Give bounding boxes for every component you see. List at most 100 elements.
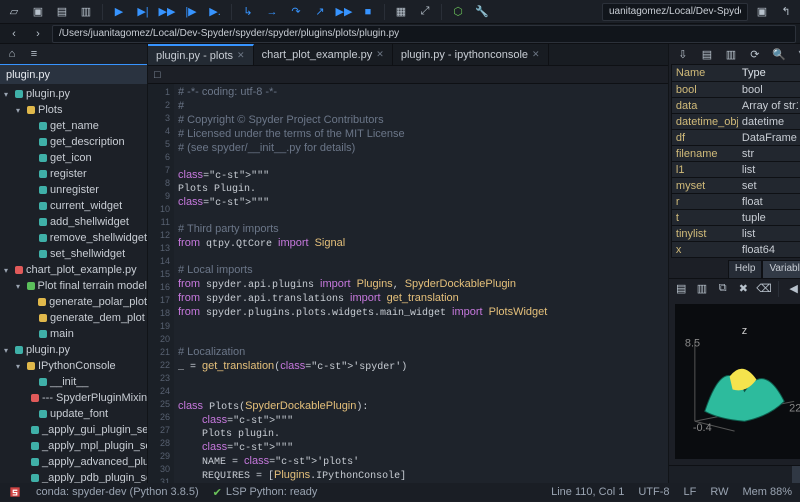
status-encoding[interactable]: UTF-8 (638, 486, 669, 498)
editor-tab[interactable]: chart_plot_example.py✕ (254, 44, 393, 65)
editor-tab[interactable]: plugin.py - ipythonconsole✕ (393, 44, 549, 65)
tree-row[interactable]: ▾chart_plot_example.py (0, 262, 147, 278)
tree-row[interactable]: main (0, 326, 147, 342)
tree-row[interactable]: ▾IPythonConsole (0, 358, 147, 374)
plots-area[interactable]: z -0.4 220 8.5 (669, 298, 800, 465)
ve-row[interactable]: tinylistlist2[123, 'efgh'] (672, 225, 800, 241)
ve-header-name[interactable]: Name (672, 65, 738, 81)
pythonpath-icon[interactable]: ⬡ (448, 3, 468, 21)
tree-row[interactable]: --- SpyderPluginMixin API (0, 390, 147, 406)
ve-import-icon[interactable]: ⇩ (673, 45, 693, 63)
open-folder-icon[interactable]: ▣ (28, 3, 48, 21)
close-icon[interactable]: ✕ (376, 49, 384, 60)
tree-row[interactable]: current_widget (0, 198, 147, 214)
ve-row[interactable]: ttuple5('abcd', 745, 2.23, 'efgh', 70.2) (672, 209, 800, 225)
cwd-input[interactable] (602, 3, 748, 21)
tree-row[interactable]: get_name (0, 118, 147, 134)
editor-tab[interactable]: plugin.py - plots✕ (148, 44, 254, 65)
run-cell-advance-icon[interactable]: ▶▶ (157, 3, 177, 21)
run-cell-icon[interactable]: ▶| (133, 3, 153, 21)
ve-bottom-tab[interactable]: Help (728, 260, 763, 278)
status-mem[interactable]: Mem 88% (742, 486, 792, 498)
outline-options-icon[interactable]: ≡ (24, 45, 44, 63)
ve-header-type[interactable]: Type (738, 65, 798, 81)
plot-copy-icon[interactable]: ⧉ (714, 280, 731, 298)
status-lsp[interactable]: ✔LSP Python: ready (213, 486, 318, 499)
tree-row[interactable]: ▾plugin.py (0, 86, 147, 102)
debug-step-in-icon[interactable]: ↳ (238, 3, 258, 21)
tree-row[interactable]: unregister (0, 182, 147, 198)
ve-row[interactable]: datetime_objectdatetime12021-04-14 17:35… (672, 113, 800, 129)
editor-path-input[interactable] (52, 25, 796, 43)
preferences-icon[interactable]: 🔧 (472, 3, 492, 21)
plot-saveall-icon[interactable]: ▥ (694, 280, 711, 298)
code-content[interactable]: # -*- coding: utf-8 -*- # # Copyright © … (174, 84, 668, 483)
tree-row[interactable]: _apply_advanced_plugin_se (0, 454, 147, 470)
status-perm[interactable]: RW (710, 486, 728, 498)
run-selection-icon[interactable]: |▶ (181, 3, 201, 21)
debug-continue-icon[interactable]: ▶▶ (334, 3, 354, 21)
plots-bottom-tab[interactable]: Plots (792, 466, 800, 483)
tree-row[interactable]: _apply_pdb_plugin_settings (0, 470, 147, 483)
debug-icon[interactable]: ▶. (205, 3, 225, 21)
debug-step-icon[interactable]: → (262, 3, 282, 21)
debug-step-out-icon[interactable]: ↗ (310, 3, 330, 21)
status-conda[interactable]: conda: spyder-dev (Python 3.8.5) (36, 486, 199, 498)
close-icon[interactable]: ✕ (237, 50, 245, 61)
save-icon[interactable]: ▤ (52, 3, 72, 21)
ve-filter-icon[interactable]: ▽ (793, 45, 800, 63)
plot-3d-surface[interactable]: z -0.4 220 8.5 (675, 304, 800, 459)
tree-row[interactable]: set_shellwidget (0, 246, 147, 262)
tree-row[interactable]: generate_polar_plot (0, 294, 147, 310)
layout-icon[interactable]: ▦ (391, 3, 411, 21)
debug-stop-icon[interactable]: ■ (358, 3, 378, 21)
variable-explorer-table[interactable]: Name Type Size Value boolbool1TruedataAr… (671, 64, 800, 258)
ve-save-icon[interactable]: ▤ (697, 45, 717, 63)
tree-row[interactable]: get_description (0, 134, 147, 150)
tree-row[interactable]: register (0, 166, 147, 182)
ve-row[interactable]: dfDataFrame(2, 2)Column names: Col1, Col… (672, 129, 800, 145)
status-cursor-pos[interactable]: Line 110, Col 1 (551, 486, 624, 498)
run-icon[interactable]: ▶ (109, 3, 129, 21)
ve-refresh-icon[interactable]: ⟳ (745, 45, 765, 63)
tree-row[interactable]: remove_shellwidget (0, 230, 147, 246)
ve-row[interactable]: boolbool1True (672, 81, 800, 97)
ve-row[interactable]: xfloat6411.1235132009439 (672, 241, 800, 257)
ve-row[interactable]: filenamestr53/Users/Documents/spyder/spy… (672, 145, 800, 161)
ve-row[interactable]: mysetset3{'3', '1', '2'} (672, 177, 800, 193)
tree-row[interactable]: ▾Plot final terrain model (0, 278, 147, 294)
maximize-pane-icon[interactable]: ⤢ (415, 3, 435, 21)
browse-folder-icon[interactable]: ▣ (752, 3, 772, 21)
tree-row[interactable]: update_font (0, 406, 147, 422)
tree-row[interactable]: ▾Plots (0, 102, 147, 118)
ve-row[interactable]: dataArray of str128(1, 3)ndarray object … (672, 97, 800, 113)
parent-dir-icon[interactable]: ↰ (776, 3, 796, 21)
nav-back-icon[interactable]: ‹ (4, 25, 24, 43)
plot-prev-icon[interactable]: ◀ (785, 280, 800, 298)
new-file-icon[interactable]: ▱ (4, 3, 24, 21)
tree-row[interactable]: get_icon (0, 150, 147, 166)
status-eol[interactable]: LF (683, 486, 696, 498)
tree-row[interactable]: add_shellwidget (0, 214, 147, 230)
ve-search-icon[interactable]: 🔍 (769, 45, 789, 63)
ve-saveas-icon[interactable]: ▥ (721, 45, 741, 63)
outline-home-icon[interactable]: ⌂ (2, 45, 22, 63)
ve-row[interactable]: l1list5['abcd', 745, 2.23, 'efgh', 70.2] (672, 161, 800, 177)
ve-bottom-tab[interactable]: Variable Explorer (762, 260, 800, 278)
tree-row[interactable]: __init__ (0, 374, 147, 390)
save-all-icon[interactable]: ▥ (76, 3, 96, 21)
tree-row[interactable]: _apply_gui_plugin_settings (0, 422, 147, 438)
tree-row[interactable]: ▾plugin.py (0, 342, 147, 358)
plot-removeall-icon[interactable]: ⌫ (756, 280, 773, 298)
plot-remove-icon[interactable]: ✖ (735, 280, 752, 298)
debug-step-over-icon[interactable]: ↷ (286, 3, 306, 21)
tree-row[interactable]: _apply_mpl_plugin_settings (0, 438, 147, 454)
outline-file-tab[interactable]: plugin.py (0, 64, 147, 84)
tree-row[interactable]: generate_dem_plot (0, 310, 147, 326)
nav-forward-icon[interactable]: › (28, 25, 48, 43)
editor-area[interactable]: 1234567891011121314151617181920212223242… (148, 84, 668, 483)
ve-row[interactable]: rfloat16.465678866433 (672, 193, 800, 209)
editor-breadcrumb[interactable]: □ (148, 66, 668, 84)
close-icon[interactable]: ✕ (532, 49, 540, 60)
plot-save-icon[interactable]: ▤ (673, 280, 690, 298)
